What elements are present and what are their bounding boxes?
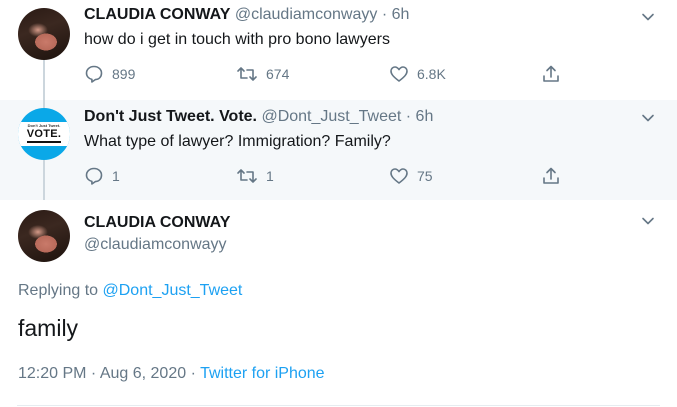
display-name[interactable]: Don't Just Tweet. Vote.	[84, 108, 257, 125]
tweet-text: how do i get in touch with pro bono lawy…	[84, 31, 390, 48]
retweet-count: 1	[266, 168, 274, 184]
replying-mention-link[interactable]: @Dont_Just_Tweet	[103, 282, 243, 299]
tweet-text: What type of lawyer? Immigration? Family…	[84, 133, 391, 150]
tweet-time[interactable]: · 6h	[406, 108, 434, 125]
timestamp-link[interactable]: 12:20 PM · Aug 6, 2020	[18, 365, 186, 382]
avatar[interactable]: Don't Just Tweet. VOTE.	[18, 108, 70, 160]
tweet-time[interactable]: · 6h	[382, 6, 410, 23]
retweet-button[interactable]: 1	[236, 166, 274, 186]
tweet-dont-just-tweet[interactable]: Don't Just Tweet. VOTE. Don't Just Tweet…	[0, 100, 677, 200]
share-button[interactable]	[541, 166, 561, 186]
share-icon	[543, 167, 559, 184]
reply-button[interactable]: 1	[84, 166, 120, 186]
heart-icon	[390, 66, 408, 82]
main-tweet: CLAUDIA CONWAY @claudiamconwayy Replying…	[0, 200, 677, 407]
retweet-icon	[237, 67, 257, 81]
tweet-claudia[interactable]: CLAUDIA CONWAY @claudiamconwayy · 6h how…	[0, 0, 677, 100]
like-count: 75	[417, 168, 433, 184]
display-name[interactable]: CLAUDIA CONWAY	[84, 6, 230, 23]
reply-button[interactable]: 899	[84, 64, 135, 84]
tweet-header: CLAUDIA CONWAY @claudiamconwayy · 6h	[84, 6, 409, 24]
thread-line	[43, 100, 45, 108]
thread-line	[43, 60, 45, 100]
heart-icon	[390, 168, 408, 184]
tweet-meta: 12:20 PM · Aug 6, 2020 · Twitter for iPh…	[18, 365, 325, 383]
meta-separator: ·	[190, 365, 196, 382]
tweet-text: family	[18, 315, 79, 341]
thread-line	[43, 160, 45, 200]
avatar[interactable]	[18, 8, 70, 60]
reply-count: 1	[112, 168, 120, 184]
user-handle[interactable]: @claudiamconwayy	[235, 6, 378, 23]
share-icon	[543, 65, 559, 82]
source-link[interactable]: Twitter for iPhone	[200, 365, 325, 382]
like-count: 6.8K	[417, 66, 446, 82]
reply-count: 899	[112, 66, 136, 82]
like-button[interactable]: 75	[389, 166, 433, 186]
replying-to: Replying to @Dont_Just_Tweet	[18, 282, 242, 300]
replying-prefix: Replying to	[18, 282, 99, 299]
chevron-down-icon[interactable]	[641, 111, 655, 125]
chevron-down-icon[interactable]	[641, 10, 655, 24]
divider	[17, 405, 660, 406]
reply-icon	[85, 167, 103, 185]
reply-icon	[85, 65, 103, 83]
retweet-count: 674	[266, 66, 290, 82]
user-handle[interactable]: @claudiamconwayy	[84, 236, 227, 254]
share-button[interactable]	[541, 64, 561, 84]
avatar-underline	[27, 141, 61, 143]
display-name[interactable]: CLAUDIA CONWAY	[84, 214, 230, 232]
like-button[interactable]: 6.8K	[389, 64, 446, 84]
avatar-vote-text: VOTE.	[26, 128, 62, 140]
chevron-down-icon[interactable]	[641, 214, 655, 228]
tweet-header: Don't Just Tweet. Vote. @Dont_Just_Tweet…	[84, 108, 433, 126]
avatar[interactable]	[18, 210, 70, 262]
retweet-button[interactable]: 674	[236, 64, 289, 84]
retweet-icon	[237, 169, 257, 183]
user-handle[interactable]: @Dont_Just_Tweet	[261, 108, 401, 125]
